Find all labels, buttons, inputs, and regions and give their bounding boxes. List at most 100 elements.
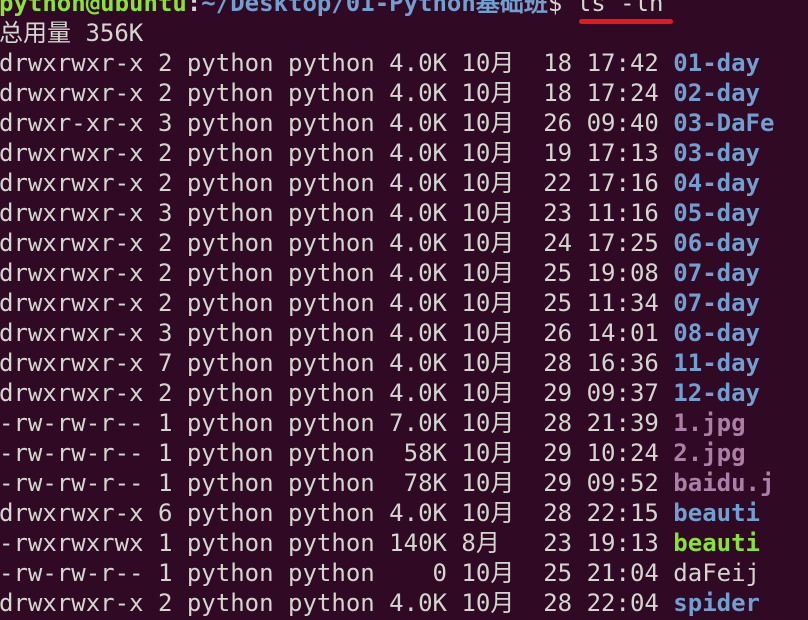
group-field: python <box>288 559 375 587</box>
month-field: 10月 <box>461 229 515 257</box>
prompt-path: ~/Desktop/01-Python基础班 <box>201 0 548 17</box>
group-field: python <box>288 109 375 137</box>
links-field: 1 <box>157 529 173 557</box>
day-field: 28 <box>543 589 573 617</box>
group-field: python <box>288 349 375 377</box>
owner-field: python <box>186 229 274 257</box>
owner-field: python <box>186 499 274 527</box>
filename-field: 03-day <box>673 139 760 167</box>
links-field: 3 <box>157 199 173 227</box>
time-field: 09:52 <box>586 469 659 497</box>
month-field: 10月 <box>461 589 515 617</box>
size-field: 4.0K <box>389 109 447 137</box>
owner-field: python <box>186 109 274 137</box>
permissions-field: -rw-rw-r-- <box>0 559 144 587</box>
size-field: 4.0K <box>389 49 447 77</box>
day-field: 19 <box>543 139 573 167</box>
day-field: 28 <box>543 349 573 377</box>
terminal-window[interactable]: python@ubuntu:~/Desktop/01-Python基础班$ ls… <box>0 0 808 620</box>
month-field: 10月 <box>461 139 515 167</box>
filename-field: 02-day <box>673 79 760 107</box>
size-field: 7.0K <box>389 409 447 437</box>
filename-field: 04-day <box>673 169 760 197</box>
owner-field: python <box>186 259 274 287</box>
links-field: 1 <box>157 409 173 437</box>
month-field: 10月 <box>461 559 515 587</box>
group-field: python <box>288 49 375 77</box>
day-field: 26 <box>543 319 573 347</box>
command-label: ls -lh <box>576 0 664 17</box>
group-field: python <box>288 469 375 497</box>
listing-row: -rwxrwxrwx 1 python python 140K 8月 23 19… <box>0 528 774 558</box>
filename-field: 07-day <box>673 259 760 287</box>
filename-field: daFeij <box>673 559 760 587</box>
owner-field: python <box>186 589 274 617</box>
day-field: 25 <box>543 259 573 287</box>
month-field: 10月 <box>461 199 515 227</box>
time-field: 09:37 <box>586 379 659 407</box>
permissions-field: -rw-rw-r-- <box>0 439 144 467</box>
time-field: 09:40 <box>586 109 659 137</box>
permissions-field: drwxrwxr-x <box>0 199 144 227</box>
listing-row: drwxrwxr-x 2 python python 4.0K 10月 28 2… <box>0 588 774 618</box>
size-field: 4.0K <box>389 379 447 407</box>
permissions-field: drwxrwxr-x <box>0 49 144 77</box>
listing-row: drwxrwxr-x 2 python python 4.0K 10月 18 1… <box>0 48 774 78</box>
filename-field: 2.jpg <box>673 439 746 467</box>
permissions-field: drwxrwxr-x <box>0 139 144 167</box>
group-field: python <box>288 409 375 437</box>
listing-row: drwxrwxr-x 3 python python 4.0K 10月 26 1… <box>0 318 774 348</box>
listing-row: drwxrwxr-x 6 python python 4.0K 10月 28 2… <box>0 498 774 528</box>
month-field: 10月 <box>461 319 515 347</box>
listing-row: -rw-rw-r-- 1 python python 0 10月 25 21:0… <box>0 558 774 588</box>
file-listing: drwxrwxr-x 2 python python 4.0K 10月 18 1… <box>0 48 774 618</box>
time-field: 19:08 <box>586 259 659 287</box>
time-field: 21:04 <box>586 559 659 587</box>
day-field: 28 <box>543 499 573 527</box>
size-field: 4.0K <box>389 349 447 377</box>
time-field: 14:01 <box>586 319 659 347</box>
size-field: 4.0K <box>389 229 447 257</box>
permissions-field: drwxrwxr-x <box>0 349 144 377</box>
month-field: 10月 <box>461 49 515 77</box>
month-field: 8月 <box>461 529 515 557</box>
permissions-field: -rwxrwxrwx <box>0 529 144 557</box>
time-field: 17:13 <box>586 139 659 167</box>
size-field: 140K <box>389 529 447 557</box>
permissions-field: drwxrwxr-x <box>0 589 144 617</box>
day-field: 23 <box>543 529 573 557</box>
size-field: 4.0K <box>389 139 447 167</box>
group-field: python <box>288 589 375 617</box>
prompt-colon: : <box>186 0 202 17</box>
time-field: 19:13 <box>586 529 659 557</box>
group-field: python <box>288 199 375 227</box>
group-field: python <box>288 529 375 557</box>
month-field: 10月 <box>461 169 515 197</box>
listing-row: drwxrwxr-x 2 python python 4.0K 10月 22 1… <box>0 168 774 198</box>
listing-row: drwxrwxr-x 2 python python 4.0K 10月 19 1… <box>0 138 774 168</box>
filename-field: 1.jpg <box>673 409 746 437</box>
size-field: 4.0K <box>389 289 447 317</box>
owner-field: python <box>186 529 274 557</box>
group-field: python <box>288 289 375 317</box>
links-field: 2 <box>157 139 173 167</box>
time-field: 17:16 <box>586 169 659 197</box>
filename-field: 01-day <box>673 49 760 77</box>
links-field: 2 <box>157 49 173 77</box>
owner-field: python <box>186 319 274 347</box>
links-field: 1 <box>157 439 173 467</box>
size-field: 4.0K <box>389 199 447 227</box>
terminal-output: python@ubuntu:~/Desktop/01-Python基础班$ ls… <box>0 0 774 618</box>
links-field: 2 <box>157 289 173 317</box>
owner-field: python <box>186 469 274 497</box>
owner-field: python <box>186 79 274 107</box>
filename-field: 03-DaFe <box>673 109 775 137</box>
size-field: 58K <box>389 439 447 467</box>
prompt-user-host: python@ubuntu <box>0 0 187 17</box>
links-field: 2 <box>157 589 173 617</box>
day-field: 26 <box>543 109 573 137</box>
filename-field: 08-day <box>673 319 760 347</box>
permissions-field: drwxrwxr-x <box>0 289 144 317</box>
permissions-field: drwxrwxr-x <box>0 379 144 407</box>
listing-row: drwxrwxr-x 2 python python 4.0K 10月 24 1… <box>0 228 774 258</box>
